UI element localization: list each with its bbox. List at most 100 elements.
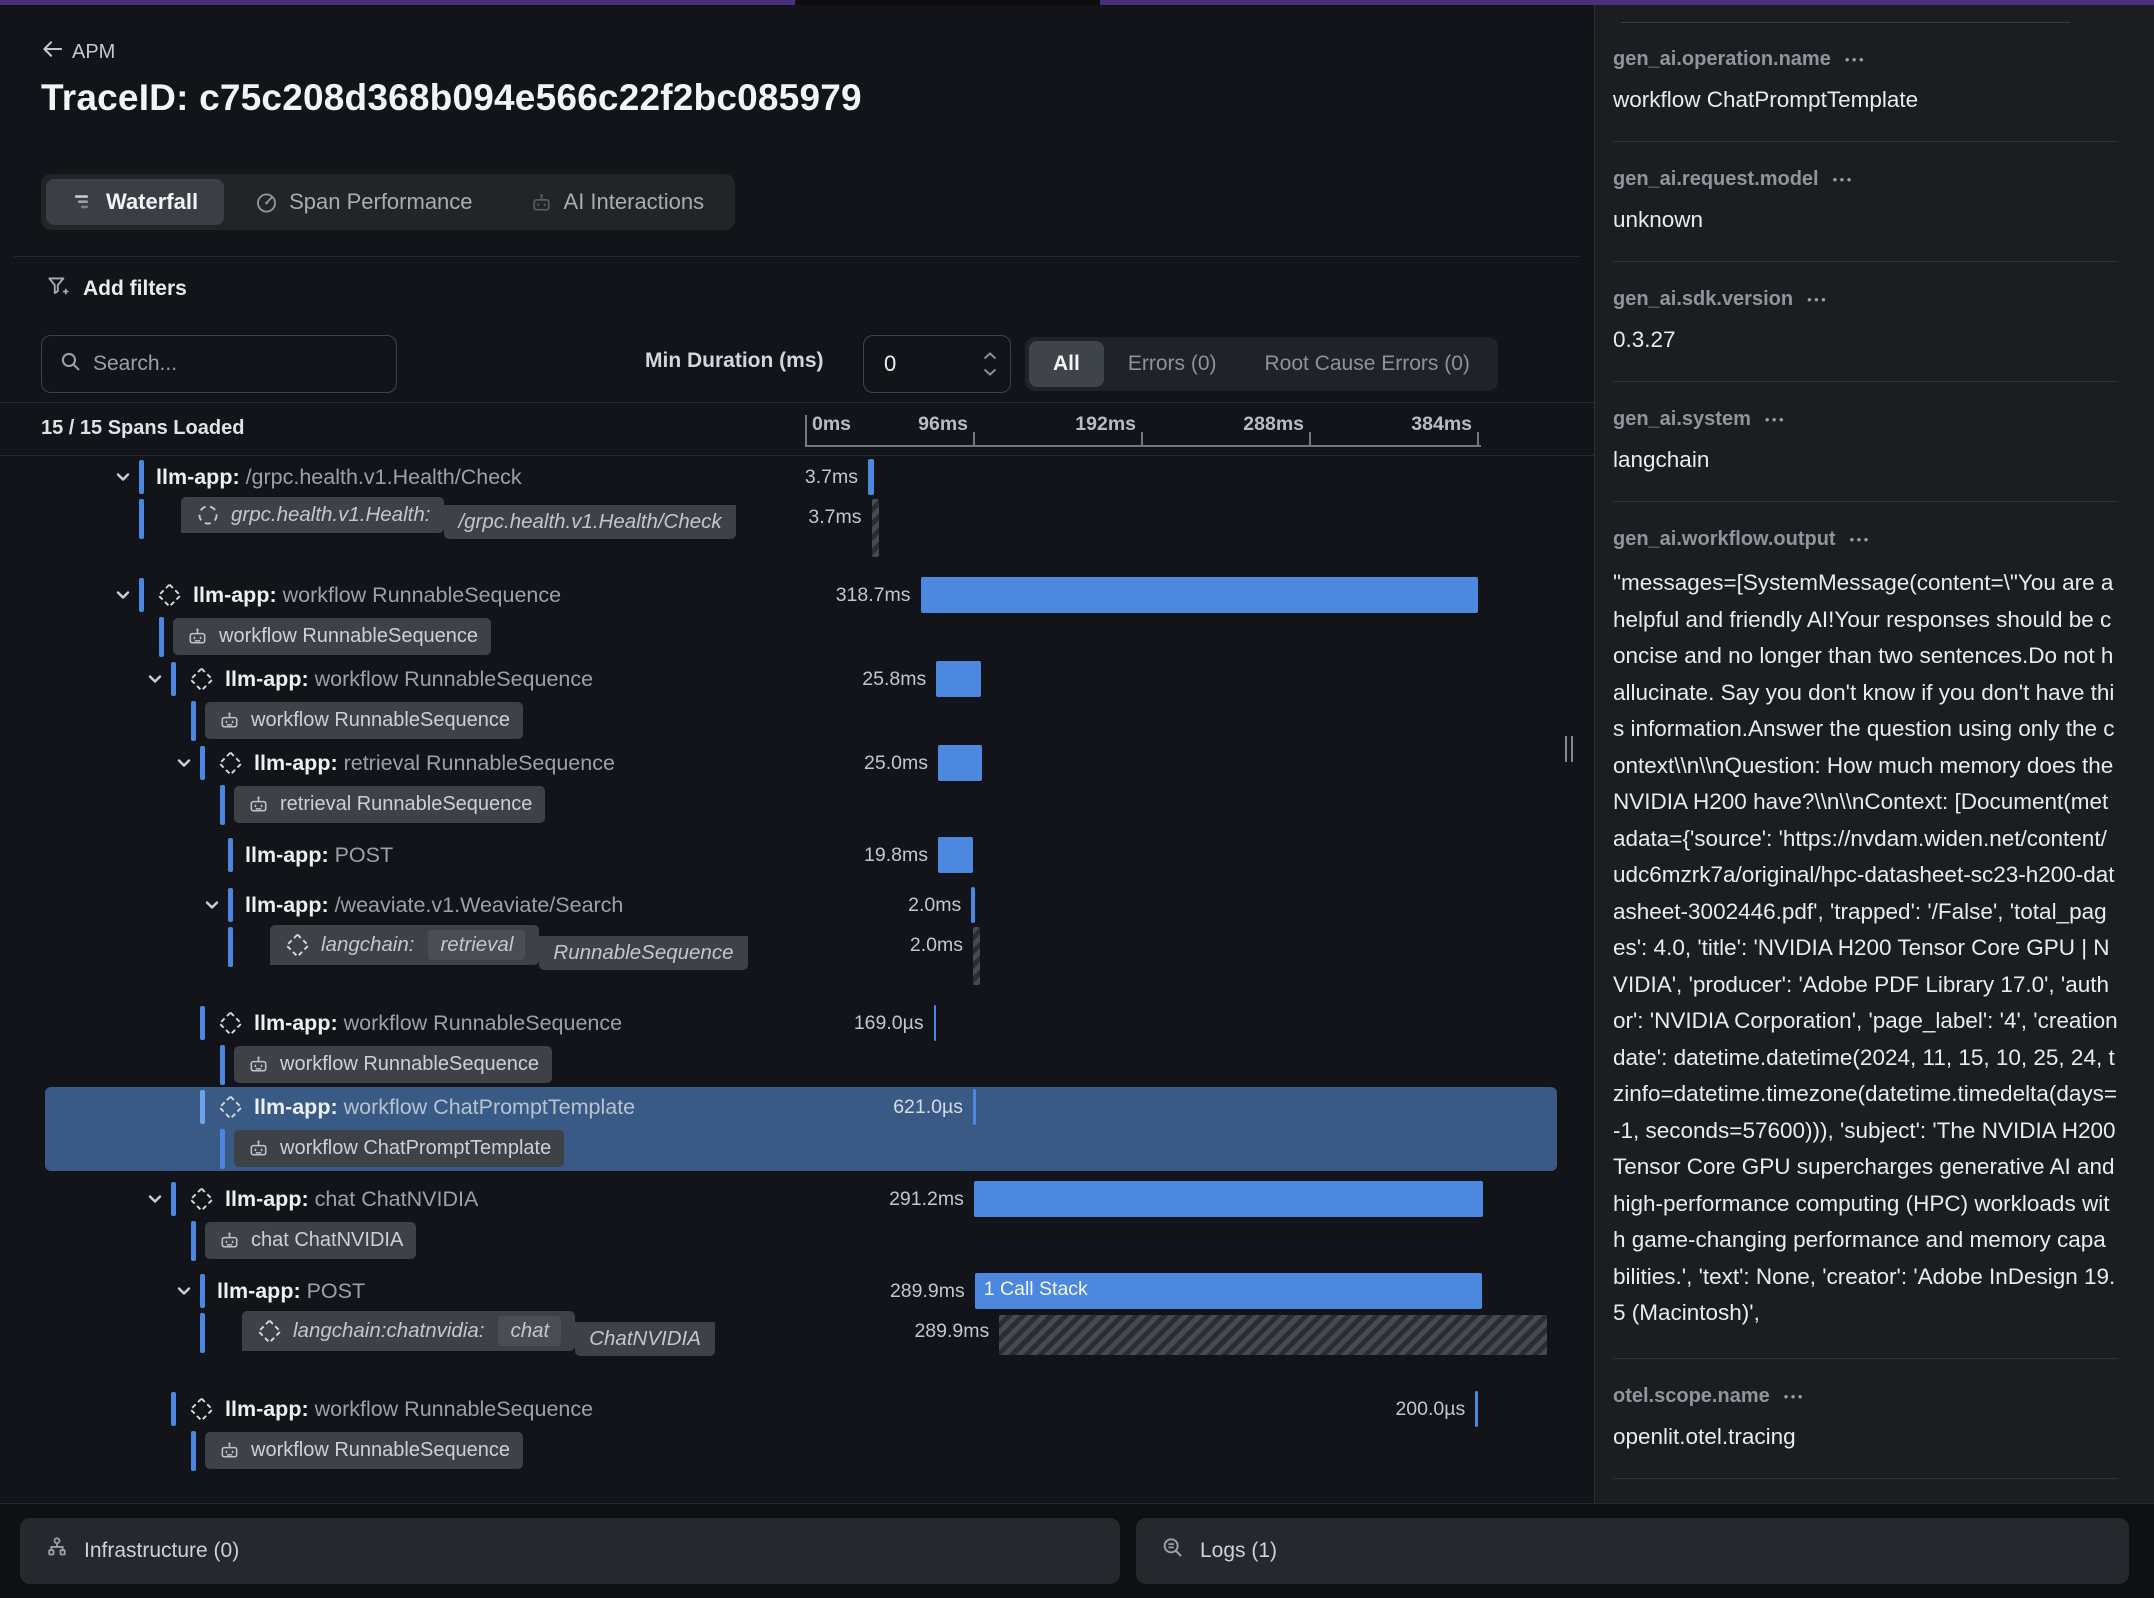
span-duration: 25.8ms xyxy=(862,668,926,691)
span-row[interactable]: llm-app: /weaviate.v1.Weaviate/Search 2.0… xyxy=(0,885,1594,925)
span-name: llm-app: workflow RunnableSequence xyxy=(193,583,561,608)
expand-chevron-icon[interactable] xyxy=(145,669,171,689)
span-row[interactable]: llm-app: workflow RunnableSequence200.0µ… xyxy=(0,1389,1594,1429)
tab-ai-interactions[interactable]: AI Interactions xyxy=(503,179,731,225)
back-to-apm-link[interactable]: APM xyxy=(41,38,115,67)
search-input[interactable] xyxy=(93,352,380,376)
span-name: llm-app: workflow RunnableSequence xyxy=(254,1011,622,1036)
stepper-arrows[interactable] xyxy=(982,351,998,377)
span-name: llm-app: POST xyxy=(217,1279,365,1304)
span-name: llm-app: /grpc.health.v1.Health/Check xyxy=(156,465,522,490)
span-row[interactable]: llm-app: workflow RunnableSequence25.8ms xyxy=(0,659,1594,699)
span-name: llm-app: /weaviate.v1.Weaviate/Search xyxy=(245,893,623,918)
expand-chevron-icon[interactable] xyxy=(174,753,200,773)
attribute-more-icon[interactable]: ••• xyxy=(1807,292,1828,307)
operation-chip-label: retrieval RunnableSequence xyxy=(280,793,532,816)
operation-chip-label: chat ChatNVIDIA xyxy=(251,1229,403,1252)
operation-chip: workflow RunnableSequence xyxy=(205,702,523,739)
attribute-more-icon[interactable]: ••• xyxy=(1765,412,1786,427)
robot-icon xyxy=(218,709,241,732)
expand-chevron-icon[interactable] xyxy=(145,1189,171,1209)
min-duration-input[interactable] xyxy=(864,351,954,377)
call-stack-badge: 1 Call Stack xyxy=(984,1278,1088,1301)
span-row[interactable]: llm-app: retrieval RunnableSequence25.0m… xyxy=(0,743,1594,783)
robot-icon xyxy=(186,625,209,648)
span-row[interactable]: llm-app: POST19.8ms xyxy=(0,835,1594,875)
scope-chip: langchain:retrievalRunnableSequence xyxy=(270,925,748,970)
segment-root-cause-errors-0-[interactable]: Root Cause Errors (0) xyxy=(1241,341,1494,387)
add-filters-label: Add filters xyxy=(83,277,187,301)
infrastructure-label: Infrastructure (0) xyxy=(84,1539,239,1563)
attribute-key: gen_ai.request.model xyxy=(1613,168,1819,191)
attribute-key: otel.scope.name xyxy=(1613,1385,1770,1408)
span-tag-row: chat ChatNVIDIA xyxy=(0,1219,1594,1263)
span-name: llm-app: POST xyxy=(245,843,393,868)
divider xyxy=(14,256,1580,257)
time-tick-label: 192ms xyxy=(1075,413,1136,436)
span-row[interactable]: llm-app: chat ChatNVIDIA 291.2ms xyxy=(0,1179,1594,1219)
span-tag-row: retrieval RunnableSequence xyxy=(0,783,1594,827)
tab-label: AI Interactions xyxy=(564,189,705,215)
logs-label: Logs (1) xyxy=(1200,1539,1277,1563)
span-duration: 291.2ms xyxy=(889,1188,964,1211)
operation-kind-tag: chat xyxy=(498,1316,561,1346)
attribute-value: "messages=[SystemMessage(content=\"You a… xyxy=(1613,565,2118,1332)
robot-icon xyxy=(247,1137,270,1160)
diamond-icon xyxy=(256,1318,283,1345)
span-row[interactable]: llm-app: /grpc.health.v1.Health/Check3.7… xyxy=(0,457,1594,497)
duration-bar xyxy=(938,745,982,781)
error-filter-segmented: AllErrors (0)Root Cause Errors (0) xyxy=(1025,337,1498,391)
segment-all[interactable]: All xyxy=(1029,341,1104,387)
tab-span-performance[interactable]: Span Performance xyxy=(228,179,498,225)
infrastructure-icon xyxy=(44,1535,70,1567)
operation-kind-tag: retrieval xyxy=(428,930,525,960)
expand-chevron-icon[interactable] xyxy=(174,1281,200,1301)
filter-plus-icon xyxy=(45,273,71,305)
spans-loaded-count: 15 / 15 Spans Loaded xyxy=(41,417,244,440)
span-duration: 2.0ms xyxy=(908,894,961,917)
operation-chip: workflow RunnableSequence xyxy=(173,618,491,655)
expand-chevron-icon[interactable] xyxy=(113,467,139,487)
operation-chip: workflow RunnableSequence xyxy=(234,1046,552,1083)
add-filters-button[interactable]: Add filters xyxy=(45,273,187,305)
diamond-icon xyxy=(284,932,311,959)
attribute-section: gen_ai.system•••langchain xyxy=(1613,382,2118,502)
span-tag-row: workflow RunnableSequence xyxy=(0,1043,1594,1087)
diamond-icon xyxy=(188,1186,215,1213)
tab-waterfall[interactable]: Waterfall xyxy=(46,179,224,225)
min-duration-label: Min Duration (ms) xyxy=(645,349,824,373)
attribute-more-icon[interactable]: ••• xyxy=(1845,52,1866,67)
operation-chip-label: workflow RunnableSequence xyxy=(280,1053,539,1076)
attribute-value: unknown xyxy=(1613,205,2118,235)
diamond-icon xyxy=(188,1396,215,1423)
expand-chevron-icon[interactable] xyxy=(113,585,139,605)
span-row[interactable]: llm-app: workflow RunnableSequence318.7m… xyxy=(0,575,1594,615)
span-duration: 2.0ms xyxy=(910,934,963,957)
segment-errors-0-[interactable]: Errors (0) xyxy=(1104,341,1241,387)
attribute-section: otel.scope.name•••openlit.otel.tracing xyxy=(1613,1359,2118,1479)
expand-chevron-icon[interactable] xyxy=(202,895,228,915)
span-row[interactable]: llm-app: POST289.9ms1 Call Stack xyxy=(0,1271,1594,1311)
span-row[interactable]: llm-app: workflow RunnableSequence169.0µ… xyxy=(0,1003,1594,1043)
duration-bar xyxy=(936,661,981,697)
operation-chip: retrieval RunnableSequence xyxy=(234,786,545,823)
attribute-more-icon[interactable]: ••• xyxy=(1833,172,1854,187)
logs-button[interactable]: Logs (1) xyxy=(1136,1518,2129,1584)
span-details-sidebar: gen_ai.operation.name•••workflow ChatPro… xyxy=(1594,5,2154,1503)
infrastructure-button[interactable]: Infrastructure (0) xyxy=(20,1518,1120,1584)
robot-tab-icon xyxy=(529,190,554,215)
robot-icon xyxy=(247,793,270,816)
span-name: llm-app: chat ChatNVIDIA xyxy=(225,1187,478,1212)
span-row[interactable]: llm-app: workflow ChatPromptTemplate621.… xyxy=(0,1087,1594,1127)
attribute-more-icon[interactable]: ••• xyxy=(1784,1389,1805,1404)
span-search xyxy=(41,335,397,393)
attribute-key: gen_ai.system xyxy=(1613,408,1751,431)
attribute-key: gen_ai.workflow.output xyxy=(1613,528,1836,551)
chevron-down-icon xyxy=(982,367,998,377)
attribute-more-icon[interactable]: ••• xyxy=(1850,532,1871,547)
span-tag-row: workflow RunnableSequence xyxy=(0,615,1594,659)
tab-label: Span Performance xyxy=(289,189,472,215)
waterfall-icon xyxy=(72,190,96,214)
panel-resize-handle[interactable] xyxy=(1565,736,1573,762)
logs-search-icon xyxy=(1160,1535,1186,1567)
